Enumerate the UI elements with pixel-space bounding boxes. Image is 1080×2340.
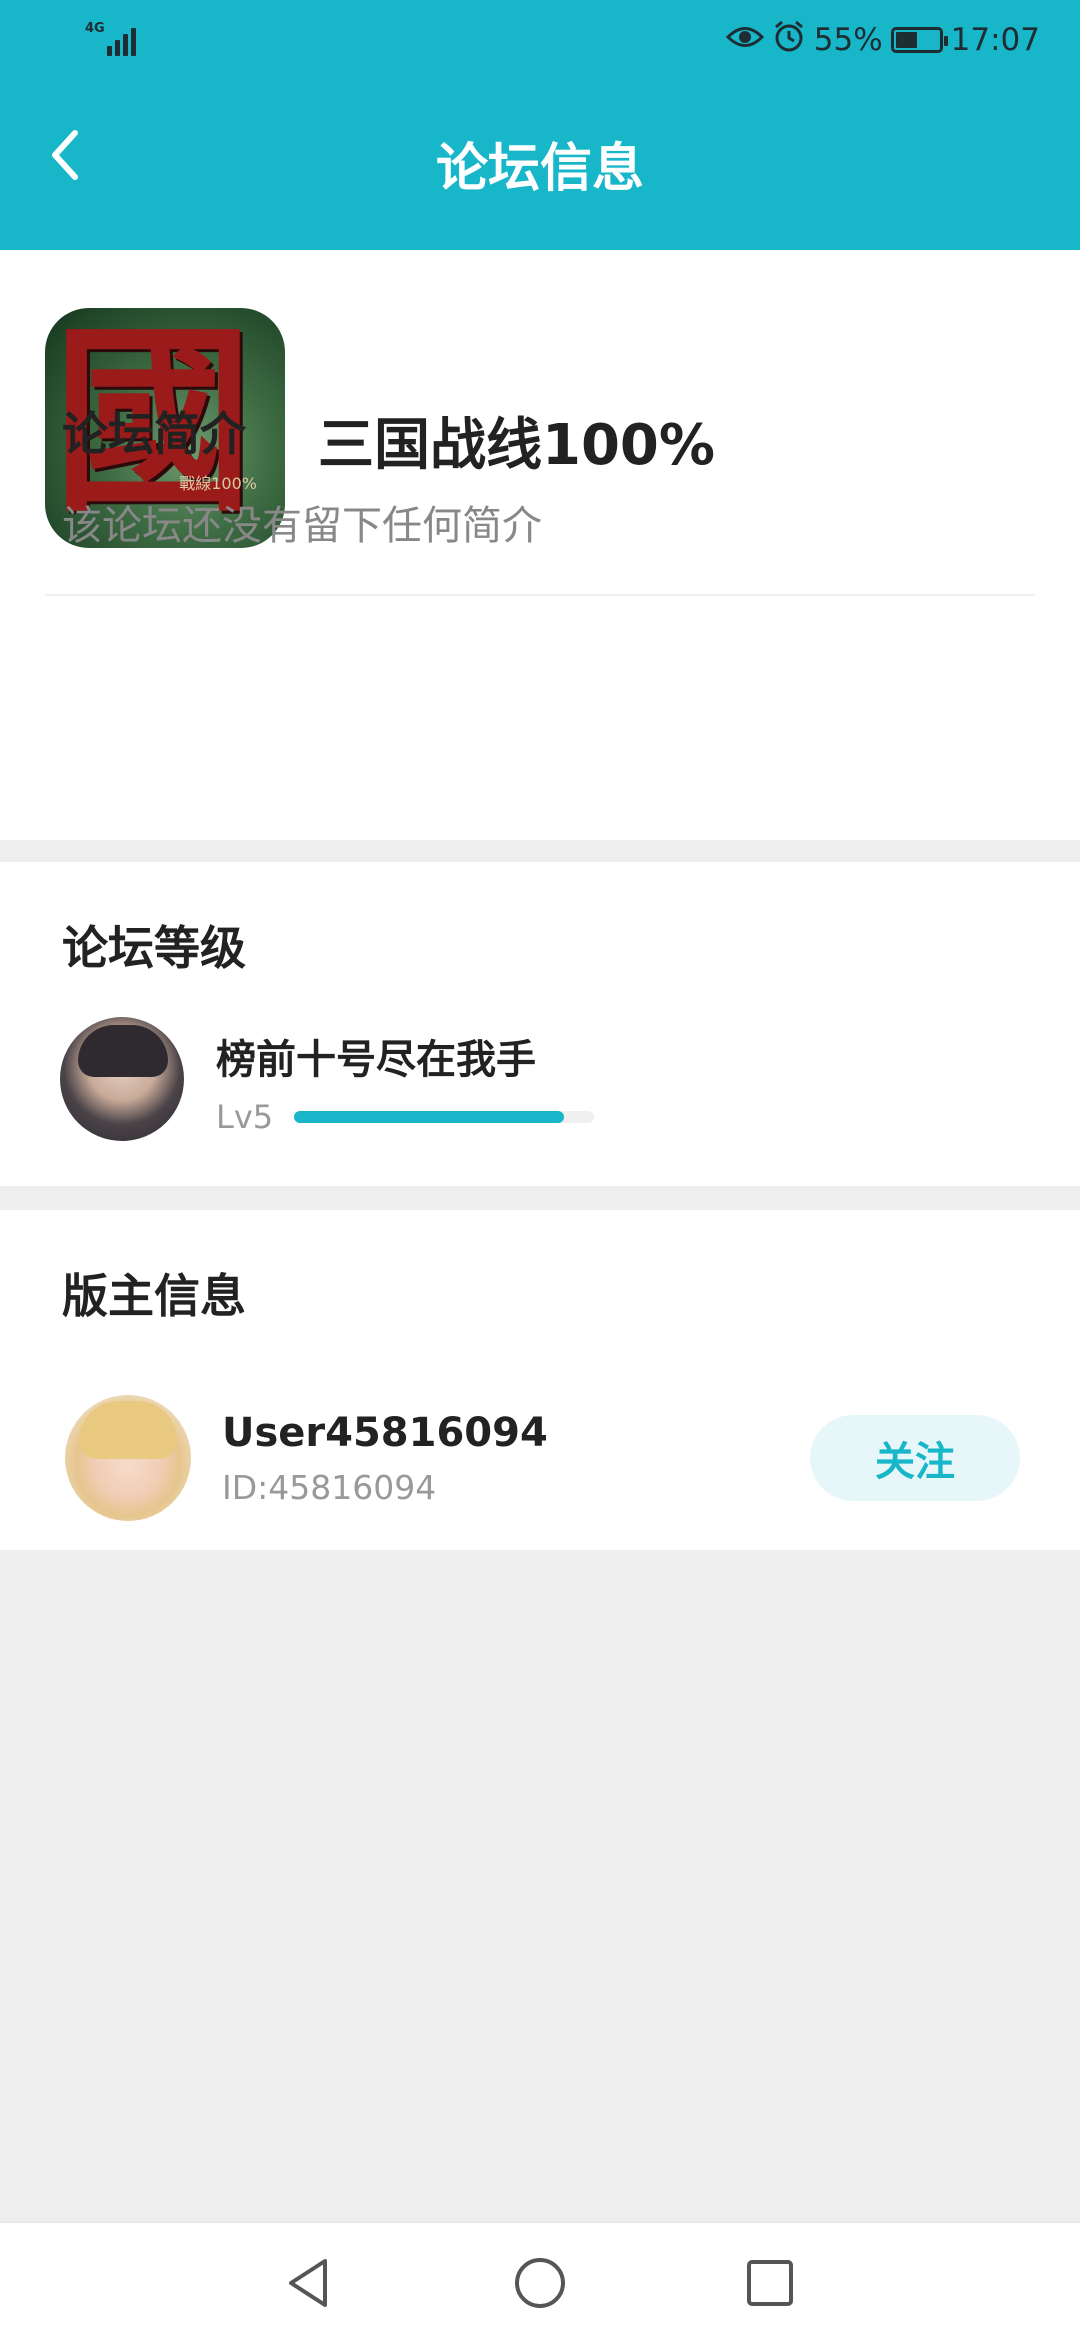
network-type: 4G: [85, 21, 105, 36]
follow-button[interactable]: 关注: [810, 1415, 1020, 1501]
forum-level-card: 论坛等级 榜前十号尽在我手 Lv5: [0, 862, 1080, 1186]
moderator-id: ID:45816094: [222, 1468, 437, 1507]
battery-icon: [890, 27, 948, 53]
back-triangle-icon[interactable]: [278, 2253, 338, 2313]
level-section-title: 论坛等级: [62, 921, 246, 975]
intro-section-title: 论坛简介: [62, 407, 246, 461]
avatar-hair: [78, 1025, 168, 1077]
alarm-icon: [772, 19, 806, 61]
clock: 17:07: [950, 22, 1040, 58]
avatar-hair: [79, 1401, 177, 1459]
recents-square-icon[interactable]: [740, 2253, 800, 2313]
system-nav-bar: [0, 2222, 1080, 2340]
level-progress-bar: [294, 1111, 594, 1123]
divider: [45, 594, 1035, 596]
level-progress-fill: [294, 1111, 564, 1123]
forum-logo-subtitle: 戰線100%: [179, 474, 257, 493]
battery-percent: 55%: [813, 22, 883, 58]
eye-icon: [725, 22, 764, 58]
level-user-name[interactable]: 榜前十号尽在我手: [216, 1027, 536, 1085]
app-header: 4G 55% 17:07 论坛信息: [0, 0, 1080, 250]
forum-info-card: 國 戰線100% 三国战线100% 论坛简介 该论坛还没有留下任何简介: [0, 250, 1080, 840]
battery-fill: [895, 32, 917, 48]
intro-text: 该论坛还没有留下任何简介: [62, 503, 542, 549]
status-bar: 4G 55% 17:07: [0, 0, 1080, 80]
page-title: 论坛信息: [435, 139, 644, 199]
moderator-section-title: 版主信息: [62, 1269, 246, 1323]
forum-name: 三国战线100%: [318, 413, 716, 478]
moderator-card: 版主信息 User45816094 ID:45816094 关注: [0, 1210, 1080, 1550]
status-right: 55% 17:07: [725, 18, 1040, 62]
nav-bar: 论坛信息: [0, 80, 1080, 250]
level-label: Lv5: [216, 1098, 274, 1136]
moderator-name[interactable]: User45816094: [222, 1410, 548, 1456]
home-circle-icon[interactable]: [510, 2253, 570, 2313]
avatar[interactable]: [65, 1395, 191, 1521]
signal-icon: 4G: [85, 22, 145, 58]
avatar[interactable]: [60, 1017, 184, 1141]
